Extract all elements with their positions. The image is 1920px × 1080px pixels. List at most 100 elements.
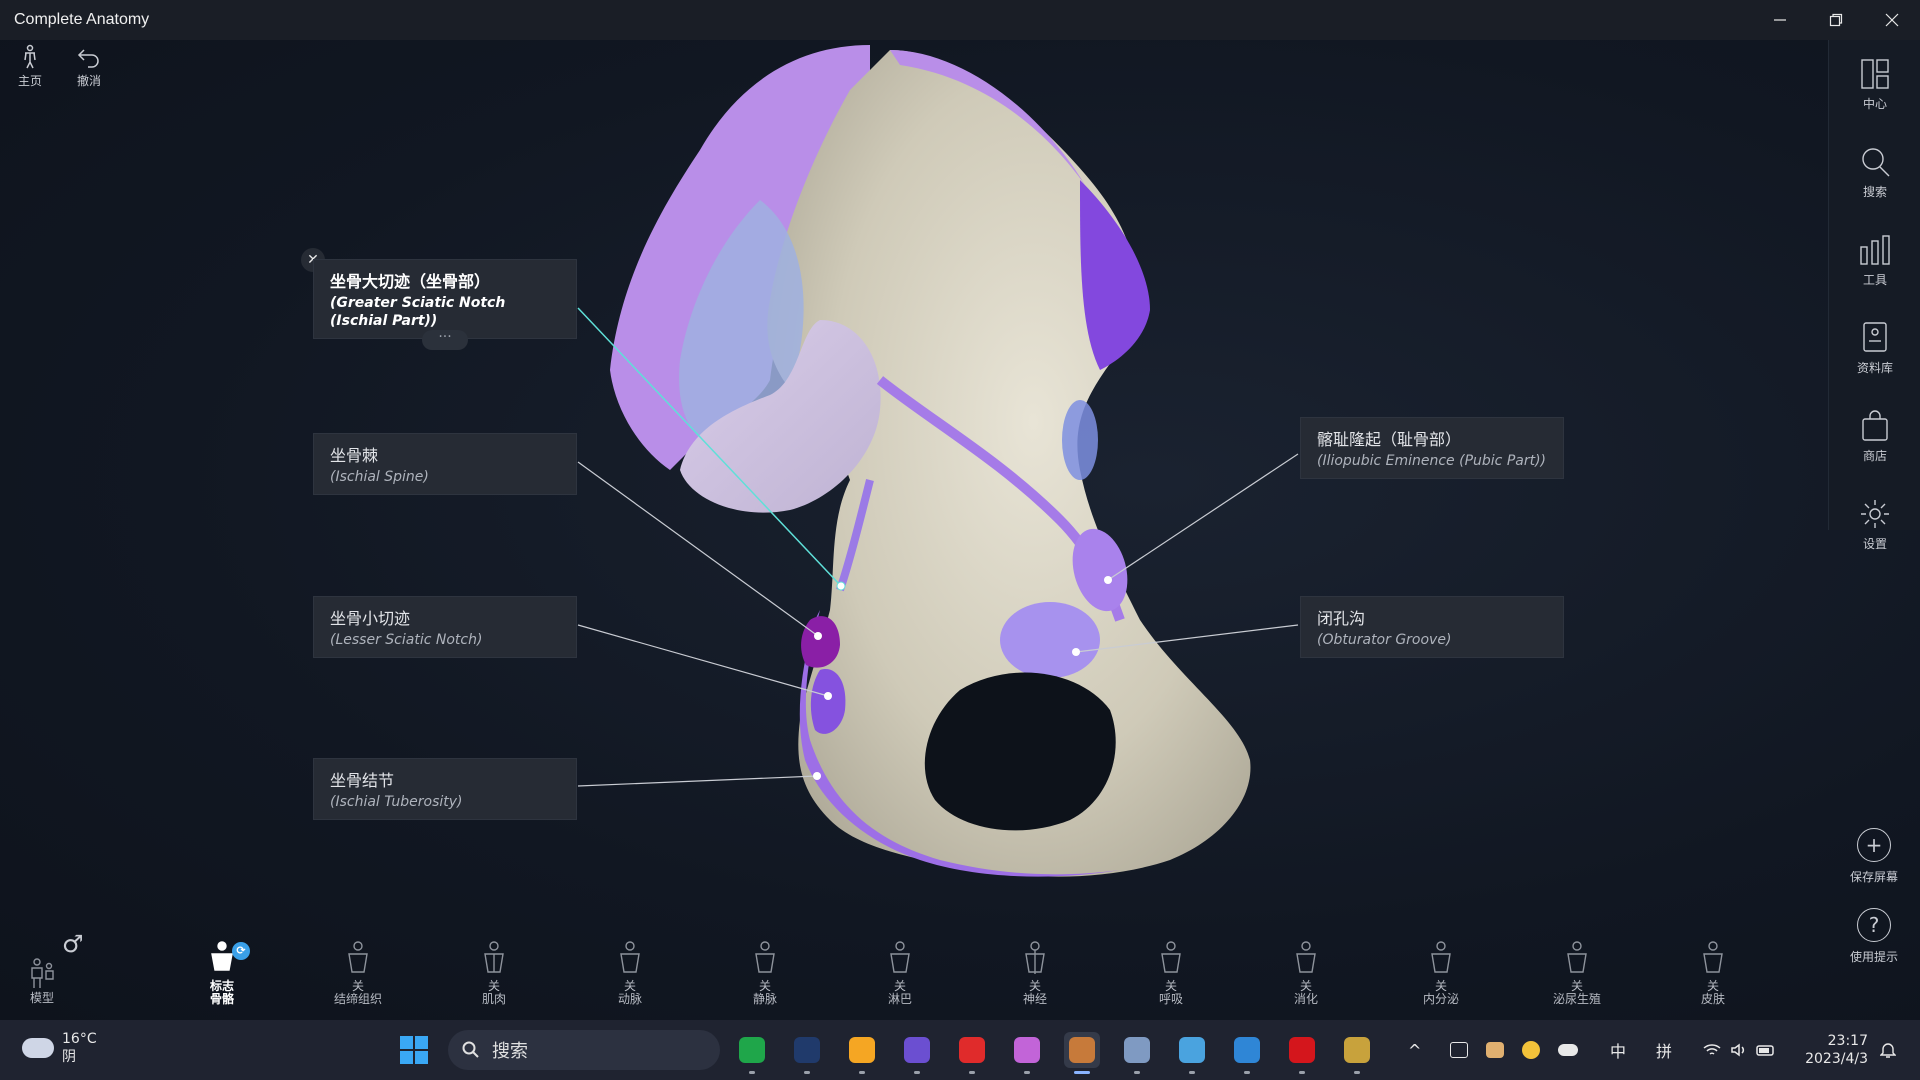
- cat-app-icon[interactable]: [789, 1032, 825, 1074]
- cat-tray-icon[interactable]: [1486, 1042, 1504, 1058]
- obturator-groove-region: [1000, 602, 1100, 678]
- undo-label: 撤消: [76, 74, 101, 88]
- system-status-icons[interactable]: [1702, 1020, 1776, 1080]
- label-obturator-groove[interactable]: 闭孔沟 (Obturator Groove): [1300, 596, 1564, 658]
- green-app-icon[interactable]: [734, 1032, 770, 1074]
- label-lesser-sciatic-notch[interactable]: 坐骨小切迹 (Lesser Sciatic Notch): [313, 596, 577, 658]
- system-connective-tissue[interactable]: 关 结缔组织: [313, 940, 403, 1006]
- system-name: 皮肤: [1700, 992, 1725, 1006]
- label-ischial-tuberosity[interactable]: 坐骨结节 (Ischial Tuberosity): [313, 758, 577, 820]
- digestive-icon: [1296, 941, 1316, 973]
- app-glyph: [959, 1037, 985, 1063]
- close-button[interactable]: [1864, 0, 1920, 40]
- acrobat-icon[interactable]: [1284, 1032, 1320, 1074]
- g-app-icon[interactable]: [844, 1032, 880, 1074]
- weather-condition: 阴: [62, 1049, 76, 1065]
- ime-mode-chinese[interactable]: 中: [1610, 1020, 1626, 1080]
- male-gender-icon[interactable]: ♂: [62, 930, 84, 958]
- system-name: 静脉: [752, 992, 777, 1006]
- system-name: 结缔组织: [333, 992, 382, 1006]
- system-endocrine[interactable]: 关 内分泌: [1396, 940, 1486, 1006]
- taskbar-search[interactable]: 搜索: [448, 1030, 720, 1070]
- settings-button[interactable]: 设置: [1829, 480, 1920, 568]
- label-en: (Lesser Sciatic Notch): [330, 632, 483, 648]
- home-figure-icon: [24, 44, 36, 69]
- system-name: 泌尿生殖: [1552, 992, 1601, 1006]
- label-iliopubic-eminence[interactable]: 髂耻隆起（耻骨部） (Iliopubic Eminence (Pubic Par…: [1300, 417, 1564, 479]
- label-ischial-spine[interactable]: 坐骨棘 (Ischial Spine): [313, 433, 577, 495]
- lungs-icon: [1161, 941, 1181, 973]
- label-more-button[interactable]: ···: [422, 330, 468, 350]
- anatomy-viewport[interactable]: [0, 40, 1920, 1020]
- system-clock[interactable]: 23:17 2023/4/3: [1805, 1032, 1868, 1068]
- complete-anatomy-icon[interactable]: [1064, 1032, 1100, 1074]
- gear-app-icon[interactable]: [1119, 1032, 1155, 1074]
- label-greater-sciatic-notch[interactable]: 坐骨大切迹（坐骨部） (Greater Sciatic Notch (Ischi…: [313, 259, 577, 339]
- crystal-app-icon[interactable]: [899, 1032, 935, 1074]
- home-button[interactable]: 主页: [8, 44, 52, 89]
- ime-pinyin[interactable]: 拼: [1656, 1020, 1672, 1080]
- capture-icon[interactable]: [1450, 1042, 1468, 1058]
- system-lymphatic[interactable]: 关 淋巴: [855, 940, 945, 1006]
- system-skeletal[interactable]: ⟳ 标志 骨骼: [177, 940, 267, 1006]
- settings-label: 设置: [1862, 536, 1887, 551]
- onedrive-icon[interactable]: [1558, 1044, 1578, 1056]
- system-nervous[interactable]: 关 神经: [990, 940, 1080, 1006]
- label-zh: 闭孔沟: [1317, 609, 1366, 628]
- pin-greater-sciatic[interactable]: [836, 581, 846, 591]
- weather-widget[interactable]: 16°C 阴: [22, 1030, 97, 1066]
- running-indicator: [969, 1071, 975, 1074]
- tray-chevron-icon[interactable]: ^: [1408, 1020, 1421, 1080]
- lymph-icon: [890, 941, 910, 973]
- save-screen-button[interactable]: + 保存屏幕: [1828, 828, 1920, 885]
- label-zh: 坐骨结节: [330, 771, 395, 790]
- minimize-button[interactable]: [1752, 0, 1808, 40]
- cloud-icon: [22, 1038, 54, 1058]
- label-en: (Obturator Groove): [1317, 632, 1452, 648]
- pin-lesser-sciatic[interactable]: [824, 692, 832, 700]
- search-icon: [462, 1041, 479, 1058]
- tools-button[interactable]: 工具: [1829, 216, 1920, 304]
- monitor-app-icon[interactable]: [1174, 1032, 1210, 1074]
- pin-ischial-tuberosity[interactable]: [813, 772, 821, 780]
- windows-taskbar: 16°C 阴 搜索 ^ 中 拼 23:17 2023/4/3: [0, 1020, 1920, 1080]
- model-button[interactable]: 模型: [0, 952, 87, 1005]
- system-name: 内分泌: [1422, 992, 1459, 1006]
- system-veins[interactable]: 关 静脉: [720, 940, 810, 1006]
- notification-bell-icon[interactable]: [1880, 1020, 1900, 1080]
- library-icon: [1863, 321, 1887, 352]
- system-name: 淋巴: [887, 992, 912, 1006]
- system-skin[interactable]: 关 皮肤: [1668, 940, 1758, 1006]
- running-indicator: [1134, 1071, 1140, 1074]
- system-urogenital[interactable]: 关 泌尿生殖: [1532, 940, 1622, 1006]
- league-icon[interactable]: [1339, 1032, 1375, 1074]
- search-button[interactable]: 搜索: [1829, 128, 1920, 216]
- store-button[interactable]: 商店: [1829, 392, 1920, 480]
- taskbar-search-placeholder: 搜索: [492, 1041, 528, 1062]
- system-digestive[interactable]: 关 消化: [1261, 940, 1351, 1006]
- purple-ball-icon[interactable]: [1009, 1032, 1045, 1074]
- undo-button[interactable]: 撤消: [67, 44, 111, 89]
- maximize-button[interactable]: [1808, 0, 1864, 40]
- windows-start-icon[interactable]: [400, 1036, 428, 1064]
- qq-tray-icon[interactable]: [1522, 1041, 1540, 1059]
- system-arteries[interactable]: 关 动脉: [585, 940, 675, 1006]
- home-label: 主页: [17, 74, 42, 88]
- save-screen-label: 保存屏幕: [1849, 870, 1898, 884]
- blue-app-icon[interactable]: [1229, 1032, 1265, 1074]
- running-indicator: [1299, 1071, 1305, 1074]
- nerve-icon: [1025, 941, 1045, 974]
- label-zh: 坐骨棘: [330, 446, 379, 465]
- leader-line-ischial-tuberosity: [577, 775, 818, 787]
- library-button[interactable]: 资料库: [1829, 304, 1920, 392]
- app-glyph: [1124, 1037, 1150, 1063]
- netease-music-icon[interactable]: [954, 1032, 990, 1074]
- pin-iliopubic[interactable]: [1104, 576, 1112, 584]
- pin-ischial-spine[interactable]: [814, 632, 822, 640]
- hip-bone-model[interactable]: [0, 40, 1920, 1020]
- center-button[interactable]: 中心: [1829, 40, 1920, 128]
- system-muscles[interactable]: 关 肌肉: [449, 940, 539, 1006]
- system-respiratory[interactable]: 关 呼吸: [1126, 940, 1216, 1006]
- system-name: 骨骼: [209, 992, 234, 1006]
- pin-obturator[interactable]: [1072, 648, 1080, 656]
